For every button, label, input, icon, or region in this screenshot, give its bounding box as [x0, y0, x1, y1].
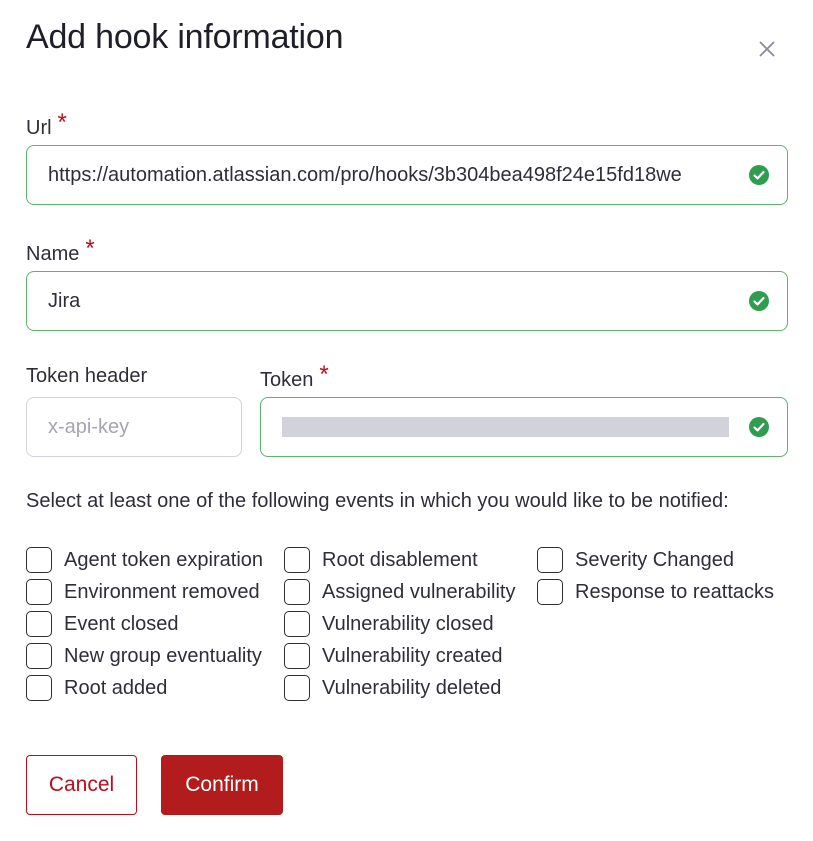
dialog-title: Add hook information: [26, 18, 344, 56]
token-header-input[interactable]: x-api-key: [26, 397, 242, 457]
name-label: Name *: [26, 235, 95, 265]
check-circle-icon: [749, 165, 769, 185]
event-checkbox-response-to-reattacks[interactable]: Response to reattacks: [537, 579, 774, 605]
close-icon[interactable]: [756, 38, 778, 60]
name-value: Jira: [48, 289, 81, 312]
checkbox[interactable]: [26, 611, 52, 637]
checkbox[interactable]: [26, 579, 52, 605]
required-mark: *: [85, 235, 95, 262]
token-input[interactable]: [260, 397, 788, 457]
event-checkbox-vulnerability-created[interactable]: Vulnerability created: [284, 643, 502, 669]
name-input[interactable]: Jira: [26, 271, 788, 331]
events-prompt: Select at least one of the following eve…: [26, 490, 729, 512]
check-circle-icon: [749, 417, 769, 437]
event-checkbox-severity-changed[interactable]: Severity Changed: [537, 547, 734, 573]
confirm-button[interactable]: Confirm: [161, 755, 283, 815]
checkbox[interactable]: [26, 643, 52, 669]
checkbox[interactable]: [284, 547, 310, 573]
token-label: Token *: [260, 361, 329, 391]
event-checkbox-vulnerability-deleted[interactable]: Vulnerability deleted: [284, 675, 501, 701]
url-value: https://automation.atlassian.com/pro/hoo…: [48, 163, 682, 186]
event-checkbox-vulnerability-closed[interactable]: Vulnerability closed: [284, 611, 494, 637]
checkbox[interactable]: [284, 643, 310, 669]
event-checkbox-agent-token-expiration[interactable]: Agent token expiration: [26, 547, 263, 573]
token-header-placeholder: x-api-key: [48, 415, 130, 438]
event-checkbox-root-added[interactable]: Root added: [26, 675, 167, 701]
checkbox[interactable]: [537, 579, 563, 605]
checkbox[interactable]: [284, 675, 310, 701]
redacted-token-value: [282, 417, 729, 437]
url-input[interactable]: https://automation.atlassian.com/pro/hoo…: [26, 145, 788, 205]
event-checkbox-root-disablement[interactable]: Root disablement: [284, 547, 478, 573]
token-header-label: Token header: [26, 365, 148, 387]
url-label: Url *: [26, 109, 67, 139]
checkbox[interactable]: [26, 547, 52, 573]
event-checkbox-environment-removed[interactable]: Environment removed: [26, 579, 260, 605]
required-mark: *: [319, 361, 329, 388]
event-checkbox-assigned-vulnerability[interactable]: Assigned vulnerability: [284, 579, 515, 605]
check-circle-icon: [749, 291, 769, 311]
event-checkbox-event-closed[interactable]: Event closed: [26, 611, 179, 637]
event-checkbox-new-group-eventuality[interactable]: New group eventuality: [26, 643, 262, 669]
required-mark: *: [57, 109, 67, 136]
cancel-button[interactable]: Cancel: [26, 755, 137, 815]
checkbox[interactable]: [26, 675, 52, 701]
checkbox[interactable]: [284, 579, 310, 605]
checkbox[interactable]: [284, 611, 310, 637]
checkbox[interactable]: [537, 547, 563, 573]
